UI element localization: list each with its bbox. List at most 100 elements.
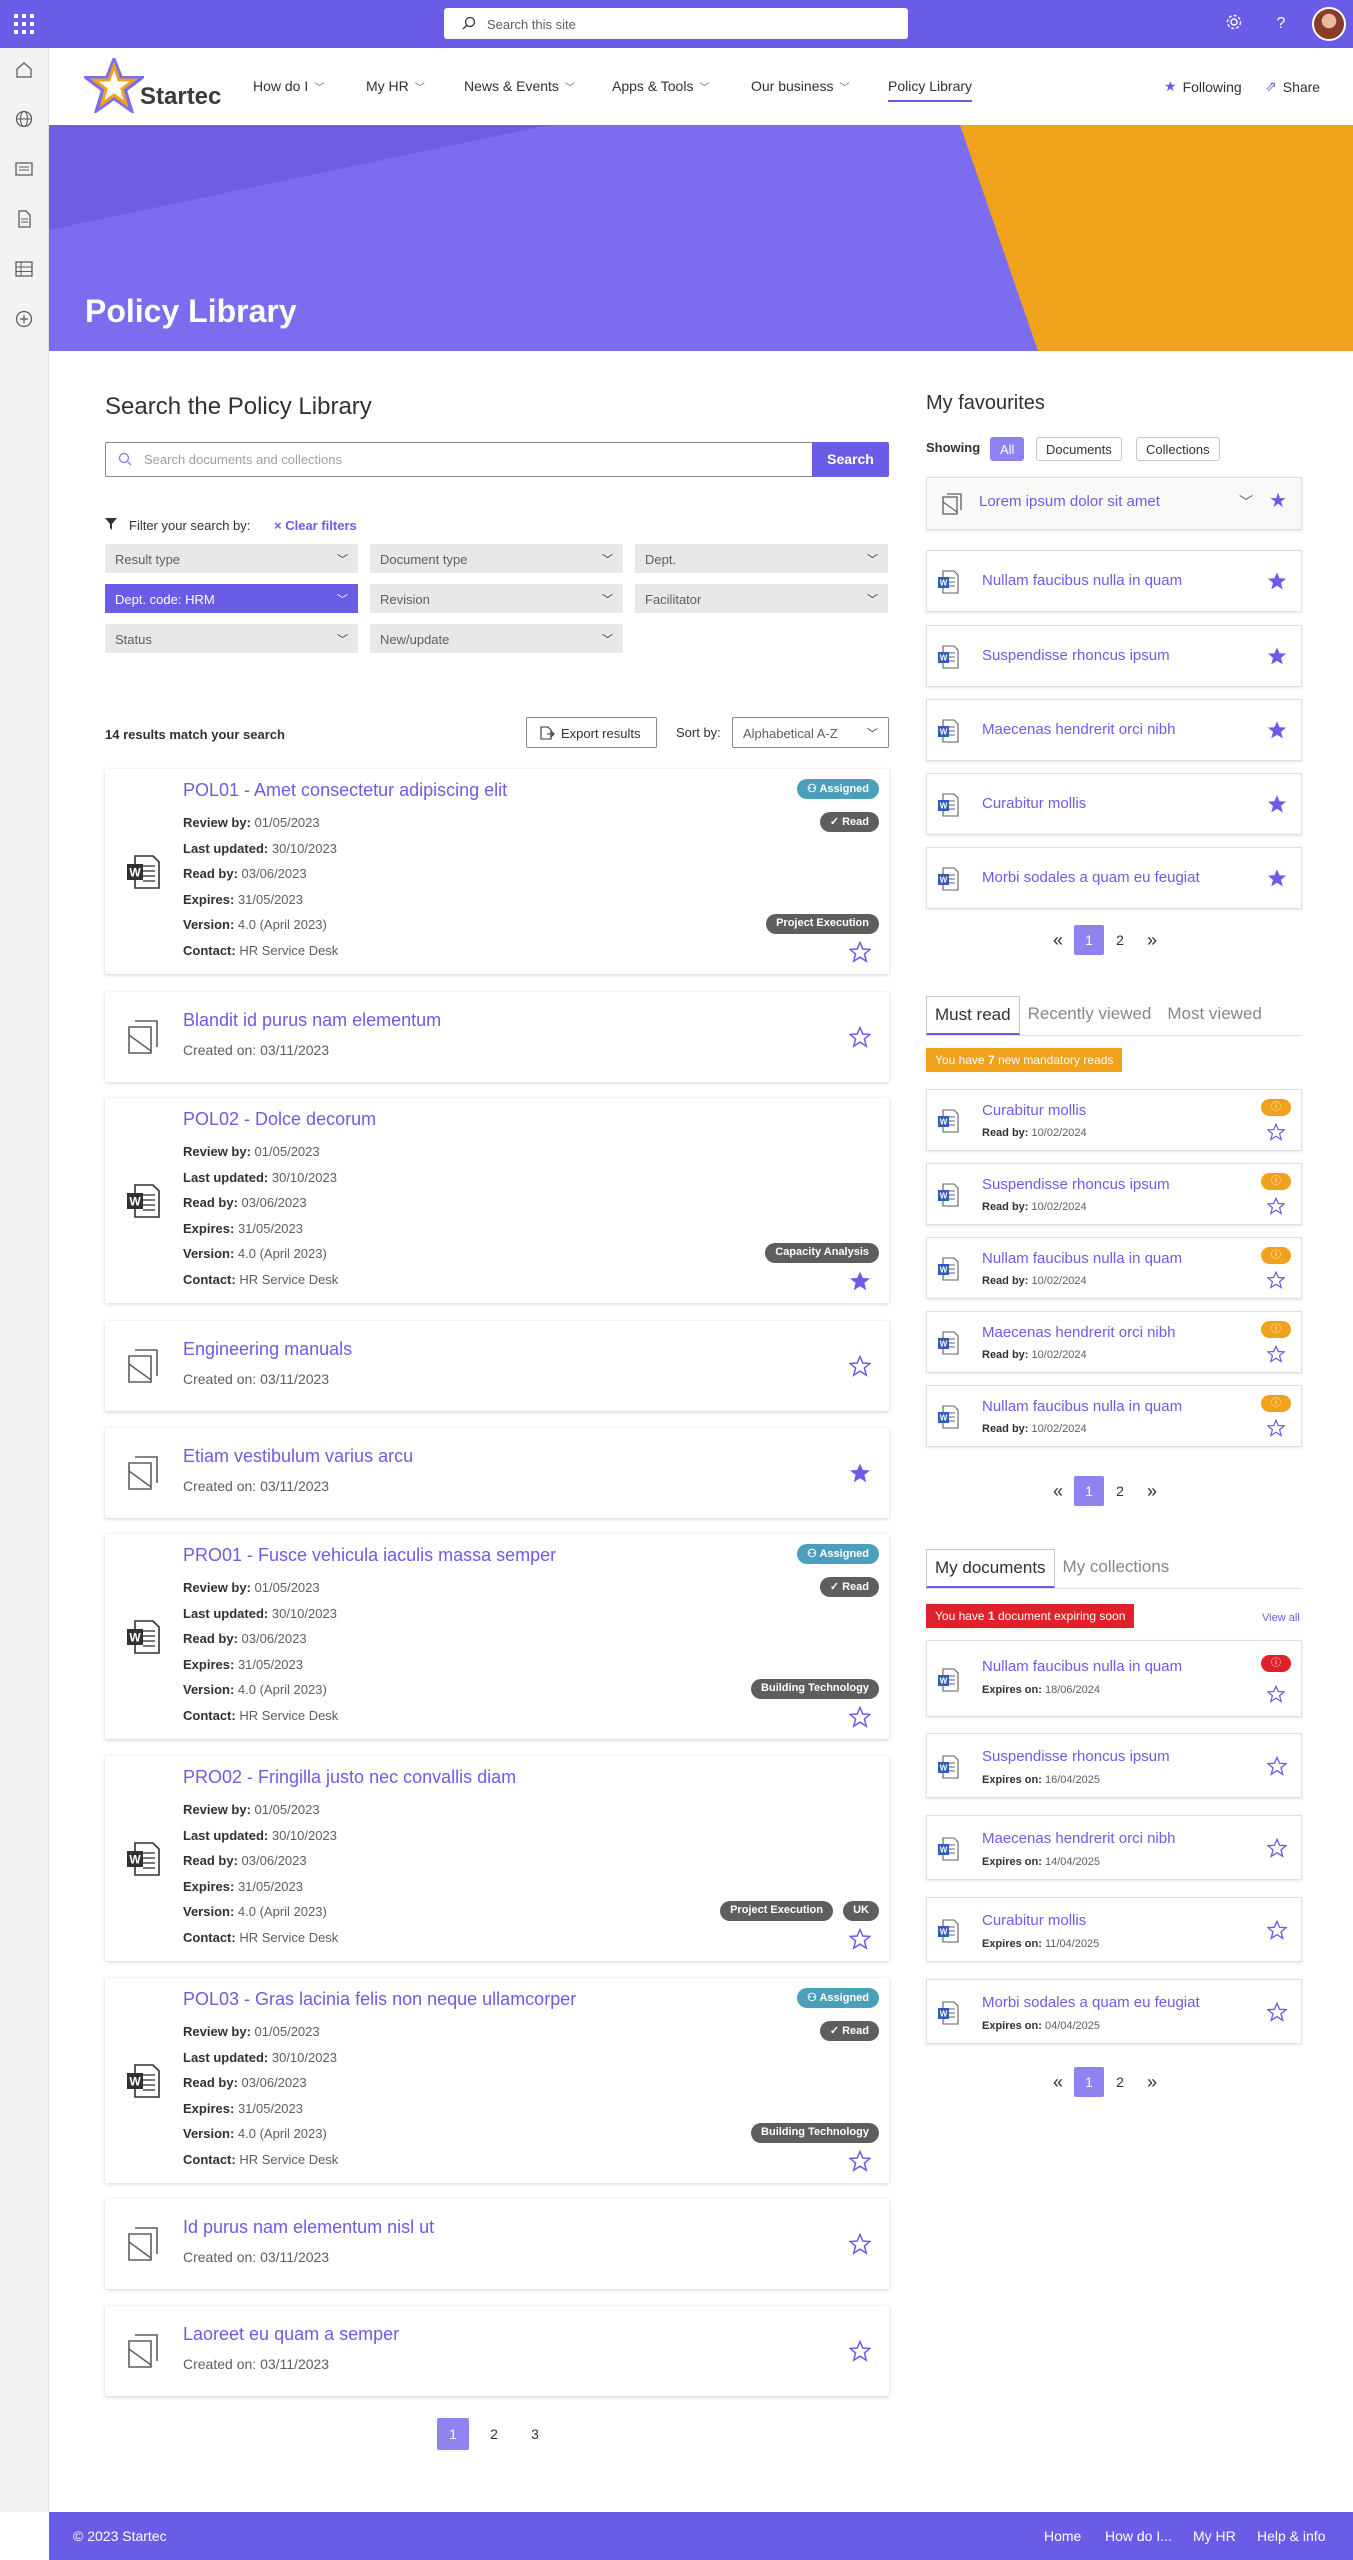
page-2-button[interactable]: 2	[478, 2418, 510, 2450]
star-outline-icon[interactable]	[848, 1354, 872, 1377]
star-outline-icon[interactable]	[1266, 1270, 1286, 1289]
mydoc-card[interactable]: W Morbi sodales a quam eu feugiat Expires …	[926, 1979, 1302, 2044]
following-button[interactable]: ★ Following	[1164, 78, 1242, 95]
star-filled-icon[interactable]	[849, 1462, 871, 1484]
result-card[interactable]: Blandit id purus nam elementum Created on…	[105, 992, 889, 1082]
result-card[interactable]: W PRO01 - Fusce vehicula iaculis massa se…	[105, 1534, 889, 1739]
result-card[interactable]: W PRO02 - Fringilla justo nec convallis d…	[105, 1756, 889, 1961]
result-card[interactable]: Id purus nam elementum nisl ut Created on…	[105, 2199, 889, 2289]
star-outline-icon[interactable]	[848, 1025, 872, 1048]
filter-new-update[interactable]: New/update ﹀	[370, 624, 623, 653]
last-page-icon[interactable]: »	[1136, 2066, 1168, 2098]
footer-link-how-do-i[interactable]: How do I...	[1105, 2528, 1172, 2544]
nav-policy-library[interactable]: Policy Library	[888, 78, 973, 102]
result-title[interactable]: Blandit id purus nam elementum	[183, 1010, 441, 1031]
page-3-button[interactable]: 3	[519, 2418, 551, 2450]
mydoc-card[interactable]: W Curabitur mollis Expires on: 11/04/2025	[926, 1897, 1302, 1962]
result-title[interactable]: POL02 - Dolce decorum	[183, 1109, 376, 1130]
chip-documents[interactable]: Documents	[1036, 437, 1122, 461]
filter-result-type[interactable]: Result type ﹀	[105, 544, 358, 573]
star-outline-icon[interactable]	[1266, 1684, 1286, 1703]
favourite-card[interactable]: W Curabitur mollis	[926, 773, 1302, 835]
star-outline-icon[interactable]	[848, 2232, 872, 2255]
footer-link-my-hr[interactable]: My HR	[1193, 2528, 1236, 2544]
result-card[interactable]: W POL03 - Gras lacinia felis non neque ul…	[105, 1978, 889, 2183]
favourite-card[interactable]: W Morbi sodales a quam eu feugiat	[926, 847, 1302, 909]
mustread-card[interactable]: W Maecenas hendrerit orci nibh Read by: 10…	[926, 1311, 1302, 1373]
sort-dropdown[interactable]: Alphabetical A-Z ﹀	[732, 717, 889, 748]
mydoc-title[interactable]: Maecenas hendrerit orci nibh	[982, 1830, 1175, 1847]
home-icon[interactable]	[14, 60, 34, 80]
export-results-button[interactable]: Export results	[526, 717, 657, 748]
page-2-button[interactable]: 2	[1104, 924, 1136, 956]
page-1-button[interactable]: 1	[1074, 925, 1104, 955]
page-icon[interactable]	[14, 209, 34, 229]
result-title[interactable]: Etiam vestibulum varius arcu	[183, 1446, 413, 1467]
star-outline-icon[interactable]	[1266, 1919, 1288, 1940]
star-outline-icon[interactable]	[848, 2339, 872, 2362]
mustread-title[interactable]: Suspendisse rhoncus ipsum	[982, 1176, 1170, 1193]
mustread-title[interactable]: Nullam faucibus nulla in quam	[982, 1398, 1182, 1415]
create-icon[interactable]	[14, 309, 34, 329]
mydoc-title[interactable]: Morbi sodales a quam eu feugiat	[982, 1994, 1200, 2011]
star-filled-icon[interactable]	[849, 1270, 871, 1292]
star-filled-icon[interactable]	[1267, 646, 1287, 666]
result-title[interactable]: PRO02 - Fringilla justo nec convallis di…	[183, 1767, 516, 1788]
page-2-button[interactable]: 2	[1104, 1475, 1136, 1507]
footer-link-home[interactable]: Home	[1044, 2528, 1081, 2544]
mydoc-card[interactable]: W Suspendisse rhoncus ipsum Expires on: 16…	[926, 1733, 1302, 1798]
nav-my-hr[interactable]: My HR ﹀	[366, 78, 425, 94]
site-logo-text[interactable]: Startec	[140, 83, 221, 111]
share-button[interactable]: ⇗ Share	[1265, 78, 1320, 95]
nav-how-do-i[interactable]: How do I ﹀	[253, 78, 324, 94]
view-all-link[interactable]: View all	[1262, 1612, 1300, 1624]
result-title[interactable]: Id purus nam elementum nisl ut	[183, 2217, 434, 2238]
star-outline-icon[interactable]	[1266, 1196, 1286, 1215]
favourite-card[interactable]: W Nullam faucibus nulla in quam	[926, 550, 1302, 612]
tab-my-documents[interactable]: My documents	[926, 1549, 1055, 1588]
nav-our-business[interactable]: Our business ﹀	[751, 78, 849, 94]
mustread-card[interactable]: W Nullam faucibus nulla in quam Read by: 1…	[926, 1385, 1302, 1447]
user-avatar[interactable]	[1312, 7, 1346, 41]
first-page-icon[interactable]: «	[1042, 924, 1074, 956]
star-outline-icon[interactable]	[848, 1927, 872, 1950]
tab-must-read[interactable]: Must read	[926, 996, 1020, 1035]
chip-all[interactable]: All	[990, 437, 1025, 461]
news-icon[interactable]	[14, 159, 34, 179]
app-launcher-icon[interactable]	[14, 14, 34, 34]
first-page-icon[interactable]: «	[1042, 1475, 1074, 1507]
page-2-button[interactable]: 2	[1104, 2066, 1136, 2098]
mydoc-title[interactable]: Nullam faucibus nulla in quam	[982, 1658, 1182, 1675]
mustread-card[interactable]: W Suspendisse rhoncus ipsum Read by: 10/02…	[926, 1163, 1302, 1225]
filter-dept[interactable]: Dept. ﹀	[635, 544, 888, 573]
star-filled-icon[interactable]	[1267, 794, 1287, 814]
mydoc-card[interactable]: W Maecenas hendrerit orci nibh Expires on:…	[926, 1815, 1302, 1880]
filter-document-type[interactable]: Document type ﹀	[370, 544, 623, 573]
chip-collections[interactable]: Collections	[1136, 437, 1220, 461]
site-search-box[interactable]: Search this site	[444, 8, 908, 39]
favourite-card[interactable]: W Maecenas hendrerit orci nibh	[926, 699, 1302, 761]
search-button[interactable]: Search	[812, 442, 889, 477]
star-outline-icon[interactable]	[1266, 1755, 1288, 1776]
star-outline-icon[interactable]	[1266, 1122, 1286, 1141]
result-title[interactable]: Laoreet eu quam a semper	[183, 2324, 399, 2345]
result-title[interactable]: POL03 - Gras lacinia felis non neque ull…	[183, 1989, 576, 2010]
favourite-title[interactable]: Suspendisse rhoncus ipsum	[982, 647, 1170, 664]
favourite-title[interactable]: Maecenas hendrerit orci nibh	[982, 721, 1175, 738]
footer-link-help[interactable]: Help & info	[1257, 2528, 1325, 2544]
page-1-button[interactable]: 1	[1074, 2067, 1104, 2097]
filter-revision[interactable]: Revision ﹀	[370, 584, 623, 613]
mustread-title[interactable]: Curabitur mollis	[982, 1102, 1086, 1119]
favourite-title[interactable]: Morbi sodales a quam eu feugiat	[982, 869, 1200, 886]
filter-status[interactable]: Status ﹀	[105, 624, 358, 653]
mustread-title[interactable]: Maecenas hendrerit orci nibh	[982, 1324, 1175, 1341]
star-filled-icon[interactable]	[1267, 571, 1287, 591]
lists-icon[interactable]	[14, 259, 34, 279]
nav-apps-tools[interactable]: Apps & Tools ﹀	[612, 78, 709, 94]
filter-dept-code[interactable]: Dept. code: HRM ﹀	[105, 584, 358, 613]
settings-gear-icon[interactable]	[1223, 13, 1245, 35]
mustread-card[interactable]: W Nullam faucibus nulla in quam Read by: 1…	[926, 1237, 1302, 1299]
star-outline-icon[interactable]	[848, 1705, 872, 1728]
result-card[interactable]: Etiam vestibulum varius arcu Created on: …	[105, 1428, 889, 1518]
star-outline-icon[interactable]	[848, 2149, 872, 2172]
